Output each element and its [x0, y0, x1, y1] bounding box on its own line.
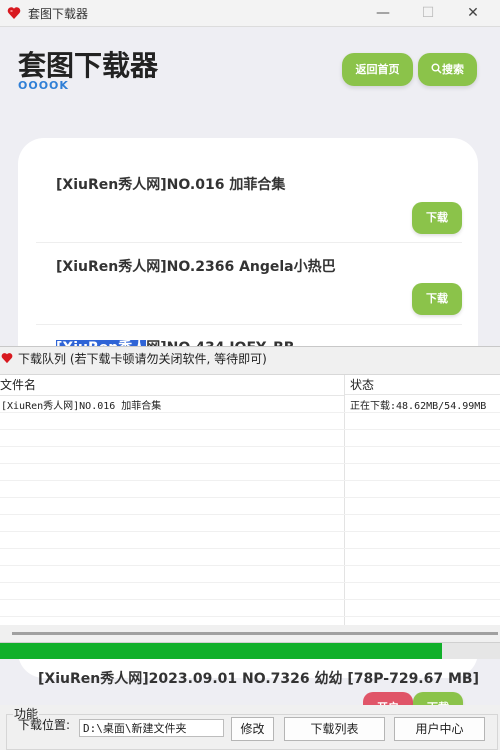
item-title: [XiuRen秀人网]2023.09.01 NO.7326 幼幼 [78P-72…	[38, 671, 479, 687]
item-title: [XiuRen秀人网]NO.2366 Angela小热巴	[56, 259, 336, 275]
download-list-button[interactable]: 下载列表	[284, 717, 385, 741]
window-title: 套图下载器	[28, 7, 89, 21]
modify-button[interactable]: 修改	[231, 717, 274, 741]
app-subtitle: OOOOK	[18, 79, 69, 92]
table-row	[0, 464, 500, 481]
window-title-bar: 套图下载器 — ☐ ✕	[0, 0, 500, 27]
app-title: 套图下载器	[18, 49, 159, 82]
home-button[interactable]: 返回首页	[342, 53, 413, 86]
download-location-label: 下载位置:	[18, 718, 71, 732]
download-list[interactable]: 文件名 状态 [XiuRen秀人网]NO.016 加菲合集 正在下载:48.62…	[0, 374, 500, 625]
column-header-label: 文件名	[0, 378, 37, 392]
table-row	[0, 566, 500, 583]
download-progress-bar	[0, 642, 500, 659]
search-button-label: 搜索	[442, 63, 464, 76]
queue-title: 下载队列 (若下载卡顿请勿关闭软件, 等待即可)	[18, 352, 267, 366]
list-item: [XiuRen秀人网]NO.016 加菲合集 下载	[36, 138, 462, 243]
row-filename: [XiuRen秀人网]NO.016 加菲合集	[1, 401, 162, 412]
column-header-filename[interactable]: 文件名	[0, 375, 344, 396]
column-header-status[interactable]: 状态	[345, 375, 500, 395]
row-status: 正在下载:48.62MB/54.99MB	[350, 401, 487, 412]
minimize-button[interactable]: —	[368, 3, 398, 23]
heart-app-icon	[7, 7, 21, 20]
list-item: [XiuRen秀人网]NO.2366 Angela小热巴 下载	[36, 242, 462, 325]
table-row	[0, 430, 500, 447]
table-row	[0, 515, 500, 532]
table-row[interactable]: [XiuRen秀人网]NO.016 加菲合集 正在下载:48.62MB/54.9…	[0, 396, 500, 413]
home-button-label: 返回首页	[355, 63, 400, 76]
search-button[interactable]: 搜索	[418, 53, 477, 86]
table-row	[0, 498, 500, 515]
item-title: [XiuRen秀人网]NO.016 加菲合集	[56, 177, 286, 193]
table-row	[0, 413, 500, 430]
horizontal-scrollbar[interactable]	[12, 632, 498, 635]
heart-app-icon	[1, 353, 13, 364]
maximize-button[interactable]: ☐	[413, 3, 443, 23]
table-row	[0, 481, 500, 498]
download-progress-fill	[0, 643, 442, 659]
download-button[interactable]: 下载	[412, 283, 462, 315]
table-row	[0, 447, 500, 464]
table-row	[0, 549, 500, 566]
table-row	[0, 583, 500, 600]
user-center-button[interactable]: 用户中心	[394, 717, 485, 741]
download-location-field[interactable]: D:\桌面\新建文件夹	[79, 719, 224, 737]
download-button[interactable]: 下载	[412, 202, 462, 234]
table-row	[0, 600, 500, 617]
close-button[interactable]: ✕	[458, 3, 488, 23]
table-row	[0, 532, 500, 549]
search-icon	[431, 63, 442, 74]
column-header-label: 状态	[350, 378, 375, 392]
download-queue-panel: 下载队列 (若下载卡顿请勿关闭软件, 等待即可) 文件名 状态 [XiuRen秀…	[0, 346, 500, 649]
